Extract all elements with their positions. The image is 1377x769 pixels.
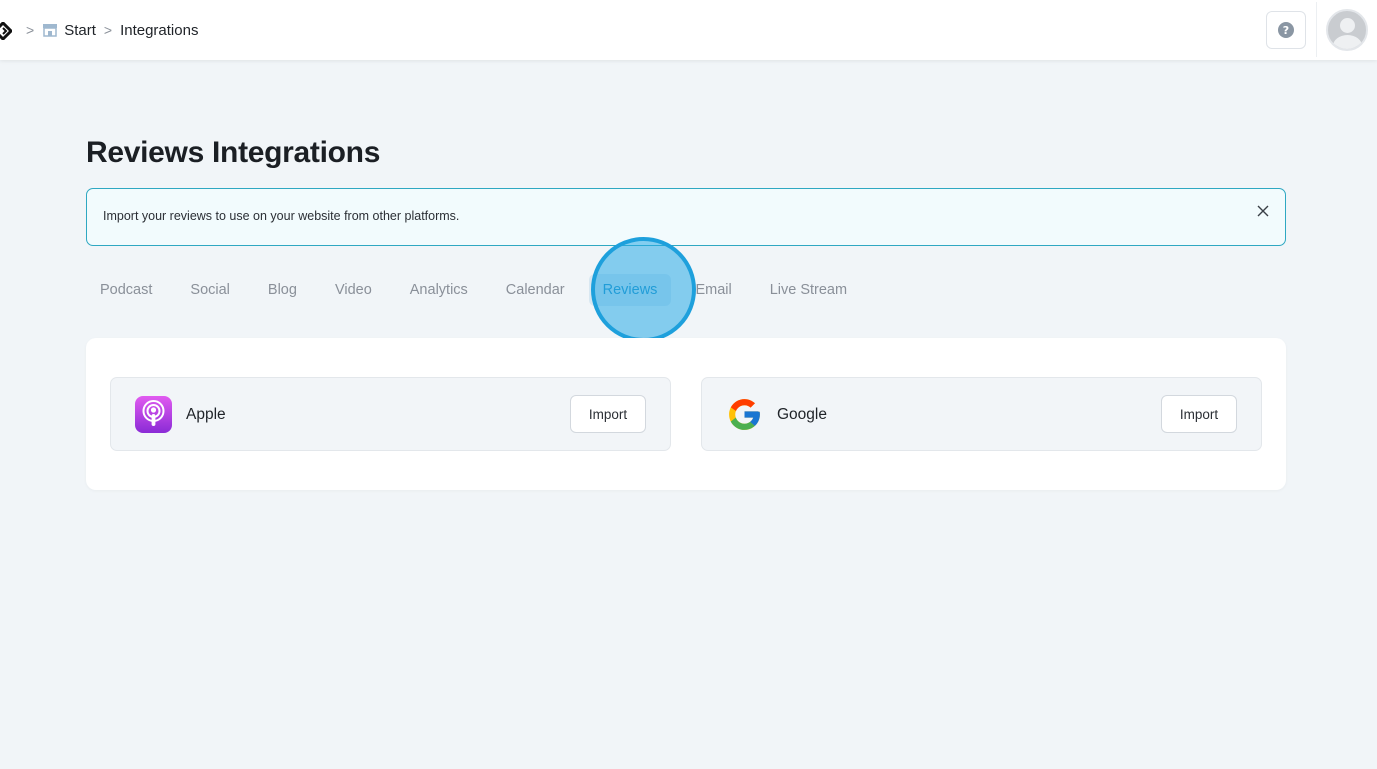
top-bar: > Start > Integrations ? xyxy=(0,0,1377,60)
help-button[interactable]: ? xyxy=(1266,11,1306,49)
breadcrumb-current: Integrations xyxy=(120,21,199,39)
tab-blog[interactable]: Blog xyxy=(254,274,311,306)
google-icon xyxy=(729,399,760,430)
page-title: Reviews Integrations xyxy=(86,136,381,169)
tab-social[interactable]: Social xyxy=(176,274,244,306)
tab-calendar[interactable]: Calendar xyxy=(492,274,579,306)
tab-live-stream[interactable]: Live Stream xyxy=(756,274,861,306)
user-menu[interactable] xyxy=(1316,2,1377,57)
avatar[interactable] xyxy=(1326,8,1368,51)
tab-analytics[interactable]: Analytics xyxy=(396,274,482,306)
integration-name: Apple xyxy=(186,406,226,423)
info-banner: Import your reviews to use on your websi… xyxy=(86,188,1286,246)
banner-text: Import your reviews to use on your websi… xyxy=(103,209,460,223)
app-logo-icon[interactable] xyxy=(0,22,12,40)
help-icon: ? xyxy=(1278,22,1294,38)
avatar-head-shape xyxy=(1340,17,1355,33)
tab-podcast[interactable]: Podcast xyxy=(86,274,166,306)
tab-reviews[interactable]: Reviews xyxy=(588,274,672,306)
close-icon[interactable] xyxy=(1255,203,1271,219)
import-google-button[interactable]: Import xyxy=(1161,395,1237,433)
integration-name: Google xyxy=(777,406,827,423)
store-icon xyxy=(43,24,58,37)
integration-tabs: Podcast Social Blog Video Analytics Cale… xyxy=(86,272,871,308)
integration-card-google: Google Import xyxy=(701,377,1262,451)
breadcrumb-separator: > xyxy=(103,22,113,38)
breadcrumb-start[interactable]: Start xyxy=(42,22,96,39)
tab-video[interactable]: Video xyxy=(321,274,386,306)
breadcrumb: > Start > Integrations xyxy=(26,0,198,60)
integration-card-apple: Apple Import xyxy=(110,377,671,451)
avatar-body-shape xyxy=(1333,34,1362,49)
tab-email[interactable]: Email xyxy=(681,274,745,306)
apple-podcasts-icon xyxy=(135,396,172,433)
integrations-panel: Apple Import Google Import xyxy=(86,338,1286,490)
breadcrumb-separator: > xyxy=(26,22,35,38)
breadcrumb-start-label[interactable]: Start xyxy=(64,22,96,39)
import-apple-button[interactable]: Import xyxy=(570,395,646,433)
